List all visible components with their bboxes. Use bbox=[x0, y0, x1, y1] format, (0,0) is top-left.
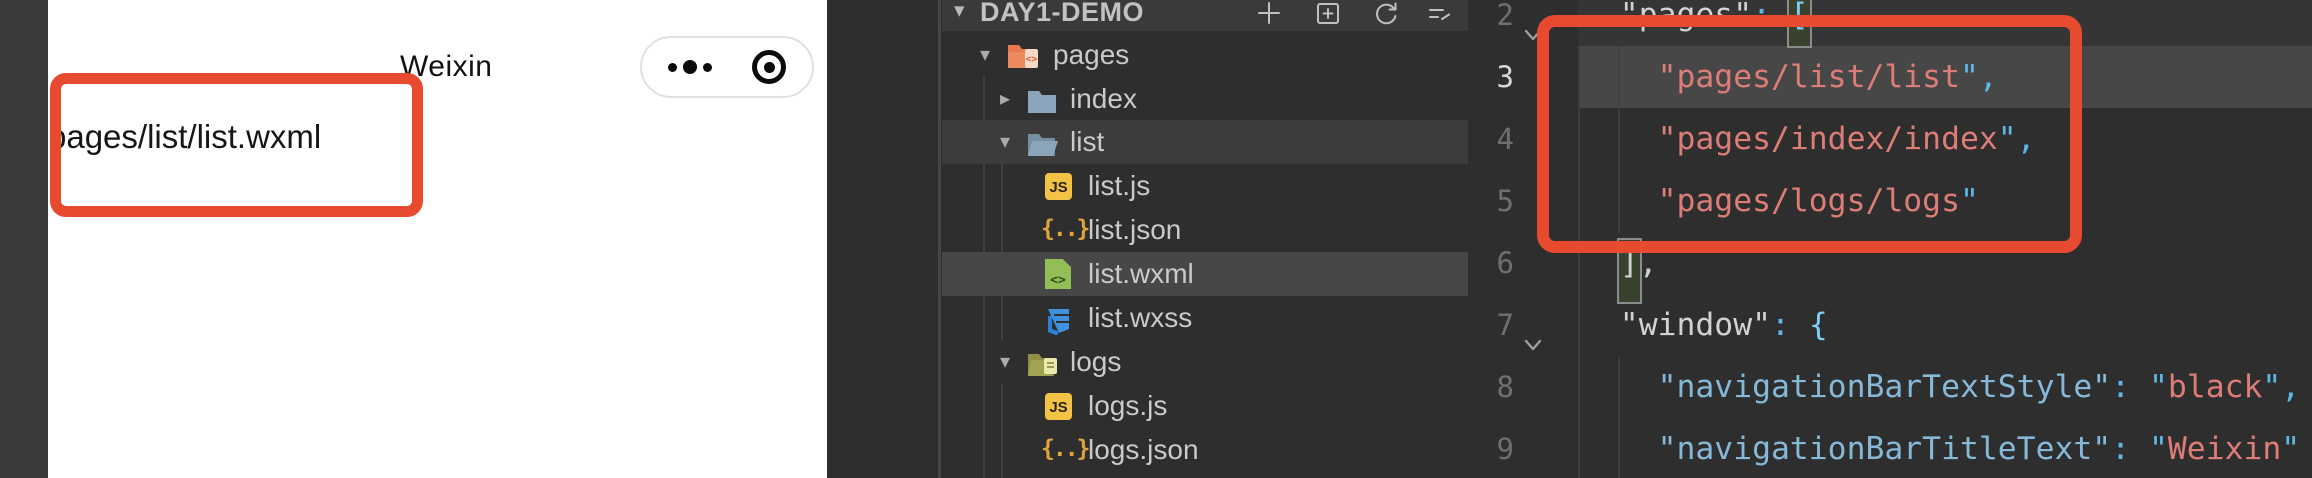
tree-item-label: list.js bbox=[1088, 164, 1150, 208]
tree-item-label: logs bbox=[1070, 340, 1121, 384]
project-title: DAY1-DEMO bbox=[980, 0, 1144, 28]
panel-divider[interactable] bbox=[938, 0, 941, 478]
line-number: 6 bbox=[1468, 232, 1514, 294]
line-number: 4 bbox=[1468, 108, 1514, 170]
tree-item-label: logs.json bbox=[1088, 428, 1199, 472]
tree-item-logs-js[interactable]: JS logs.js bbox=[942, 384, 1468, 428]
more-dots-icon[interactable] bbox=[668, 60, 712, 74]
json-file-icon: {..} bbox=[1041, 208, 1088, 252]
tree-item-list-js[interactable]: JS list.js bbox=[942, 164, 1468, 208]
new-folder-icon[interactable] bbox=[1314, 0, 1342, 27]
line-number: 9 bbox=[1468, 418, 1514, 478]
collapse-all-icon[interactable] bbox=[1425, 0, 1453, 27]
tree-item-list[interactable]: ▾ list bbox=[942, 120, 1468, 164]
wxss-file-icon bbox=[1044, 304, 1080, 334]
line-number: 5 bbox=[1468, 170, 1514, 232]
json-key: "navigationBarTitleText" bbox=[1658, 431, 2112, 467]
tree-item-label: index bbox=[1070, 77, 1137, 121]
tree-item-pages[interactable]: ▾ <> pages bbox=[942, 33, 1468, 77]
tree-item-label: list.wxss bbox=[1088, 296, 1192, 340]
tree-item-label: logs.js bbox=[1088, 384, 1167, 428]
tree-item-label: list bbox=[1070, 120, 1104, 164]
code-line-8[interactable]: 8 "navigationBarTextStyle": "black", bbox=[1468, 356, 2312, 418]
red-annotation-box-editor bbox=[1537, 15, 2082, 253]
json-key: "navigationBarTextStyle" bbox=[1658, 369, 2112, 405]
js-file-icon: JS bbox=[1045, 173, 1072, 200]
mini-program-capsule bbox=[640, 36, 814, 98]
wechat-devtools-window: { "simulator": { "nav_title": "Weixin", … bbox=[0, 0, 2312, 478]
code-line-7[interactable]: 7 "window": { bbox=[1468, 294, 2312, 356]
tree-item-list-wxml[interactable]: <> list.wxml bbox=[942, 252, 1468, 296]
tree-item-label: list.wxml bbox=[1088, 252, 1194, 296]
simulator-screen: Weixin pages/list/list.wxml bbox=[48, 0, 827, 478]
project-chevron-icon[interactable]: ▾ bbox=[954, 0, 965, 23]
folder-icon bbox=[1026, 84, 1062, 114]
json-string: black bbox=[2168, 369, 2263, 405]
tree-item-label: pages bbox=[1053, 33, 1129, 77]
chevron-down-icon[interactable]: ▾ bbox=[1000, 340, 1010, 384]
chevron-down-icon[interactable]: ▾ bbox=[980, 33, 990, 77]
code-line-9[interactable]: 9 "navigationBarTitleText": "Weixin" bbox=[1468, 418, 2312, 478]
red-annotation-box-simulator bbox=[50, 73, 423, 217]
json-string: Weixin bbox=[2168, 431, 2281, 467]
tree-item-logs[interactable]: ▾ logs bbox=[942, 340, 1468, 384]
line-number: 3 bbox=[1468, 46, 1514, 108]
svg-text:<>: <> bbox=[1025, 54, 1037, 65]
line-number: 8 bbox=[1468, 356, 1514, 418]
simulator-side-strip bbox=[0, 0, 48, 478]
chevron-down-icon[interactable]: ▾ bbox=[1000, 120, 1010, 164]
new-file-icon[interactable] bbox=[1255, 0, 1283, 27]
code-editor[interactable]: 2 "pages": [ 3 "pages/list/list", 4 "pag… bbox=[1468, 0, 2312, 478]
pages-folder-icon: <> bbox=[1006, 40, 1042, 70]
fold-chevron-icon[interactable] bbox=[1522, 315, 1544, 337]
tree-item-list-json[interactable]: {..} list.json bbox=[942, 208, 1468, 252]
logs-folder-icon bbox=[1026, 347, 1062, 377]
open-folder-icon bbox=[1026, 127, 1062, 157]
file-explorer: ▾ DAY1-DEMO ▾ <> pages ▸ index bbox=[942, 0, 1468, 478]
explorer-header: ▾ DAY1-DEMO bbox=[942, 0, 1468, 31]
line-number: 2 bbox=[1468, 0, 1514, 46]
tree-item-index[interactable]: ▸ index bbox=[942, 77, 1468, 121]
js-file-icon: JS bbox=[1045, 393, 1072, 420]
tree-item-list-wxss[interactable]: list.wxss bbox=[942, 296, 1468, 340]
tree-item-logs-json[interactable]: {..} logs.json bbox=[942, 428, 1468, 472]
wxml-file-icon: <> bbox=[1045, 259, 1071, 289]
json-file-icon: {..} bbox=[1041, 428, 1088, 472]
refresh-icon[interactable] bbox=[1372, 0, 1400, 27]
json-key: "window" bbox=[1620, 307, 1771, 343]
line-number: 7 bbox=[1468, 294, 1514, 356]
tree-item-label: list.json bbox=[1088, 208, 1181, 252]
chevron-right-icon[interactable]: ▸ bbox=[1000, 77, 1010, 121]
record-icon[interactable] bbox=[752, 50, 786, 84]
